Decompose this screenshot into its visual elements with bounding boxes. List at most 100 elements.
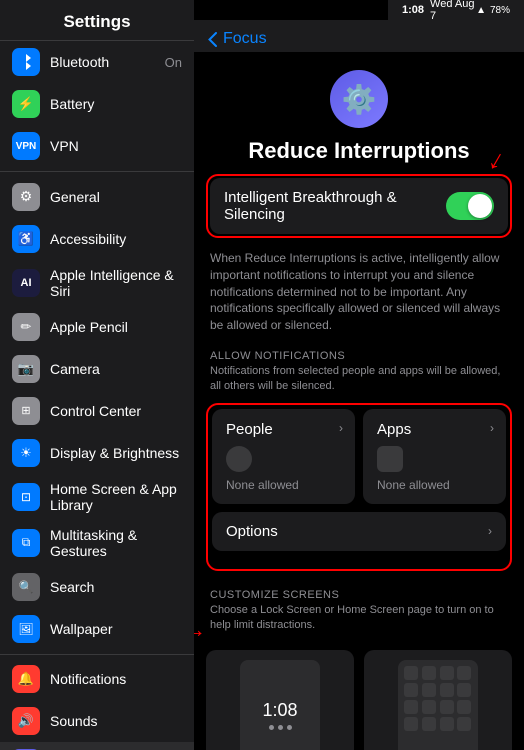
sidebar-icon-vpn: VPN bbox=[12, 132, 40, 160]
allow-notif-desc: Notifications from selected people and a… bbox=[206, 364, 512, 403]
home-icon-13 bbox=[422, 717, 436, 731]
intelligent-desc: When Reduce Interruptions is active, int… bbox=[206, 244, 512, 340]
back-label: Focus bbox=[223, 30, 267, 48]
sidebar-title: Settings bbox=[0, 0, 194, 41]
left-arrow-icon: → bbox=[194, 617, 206, 643]
options-chevron-icon: › bbox=[488, 524, 492, 538]
status-time: 1:08 bbox=[402, 4, 424, 16]
sidebar-icon-home-screen: ⊡ bbox=[12, 483, 40, 511]
apps-card[interactable]: Apps None allowed › bbox=[363, 409, 506, 504]
sidebar-item-notifications[interactable]: 🔔Notifications bbox=[0, 658, 194, 700]
sidebar-item-focus[interactable]: 🌙Focus bbox=[0, 742, 194, 750]
main-content: 1:08 Wed Aug 7 ▲ 78% Focus ⚙️ Reduce Int… bbox=[194, 0, 524, 750]
sidebar-label-control-center: Control Center bbox=[50, 403, 182, 419]
home-icon-14 bbox=[440, 717, 454, 731]
home-icon-8 bbox=[404, 700, 418, 714]
intelligent-label: Intelligent Breakthrough & Silencing bbox=[224, 189, 446, 223]
wifi-icon: ▲ bbox=[476, 5, 486, 16]
sidebar-icon-accessibility: ♿ bbox=[12, 225, 40, 253]
sidebar-label-accessibility: Accessibility bbox=[50, 231, 182, 247]
home-icon-9 bbox=[422, 700, 436, 714]
sidebar-item-general[interactable]: ⚙ General bbox=[0, 176, 194, 218]
dot3 bbox=[287, 725, 292, 730]
intelligent-toggle[interactable] bbox=[446, 192, 494, 220]
sidebar-item-bluetooth[interactable]: BluetoothOn bbox=[0, 41, 194, 83]
status-icons: ▲ 78% bbox=[476, 5, 510, 16]
focus-icon: ⚙️ bbox=[330, 70, 388, 128]
sidebar-item-search[interactable]: 🔍 Search bbox=[0, 566, 194, 608]
sidebar-item-sounds[interactable]: 🔊 Sounds bbox=[0, 700, 194, 742]
home-icon-12 bbox=[404, 717, 418, 731]
sidebar-icon-sounds: 🔊 bbox=[12, 707, 40, 735]
home-icon-11 bbox=[457, 700, 471, 714]
intelligent-card: Intelligent Breakthrough & Silencing bbox=[210, 178, 508, 234]
sidebar-item-wallpaper[interactable]: 🖼Wallpaper bbox=[0, 608, 194, 650]
customize-desc: Choose a Lock Screen or Home Screen page… bbox=[206, 603, 512, 642]
people-label: People bbox=[226, 421, 341, 438]
sidebar: Settings BluetoothOn⚡Battery VPN VPN ⚙ Gener… bbox=[0, 0, 194, 750]
sidebar-label-camera: Camera bbox=[50, 361, 182, 377]
focus-emoji: ⚙️ bbox=[342, 83, 377, 116]
sidebar-divider2 bbox=[0, 654, 194, 655]
home-icons-grid bbox=[398, 660, 478, 737]
sidebar-label-apple-pencil: Apple Pencil bbox=[50, 319, 182, 335]
sidebar-list: BluetoothOn⚡Battery VPN VPN ⚙ General ♿ Access… bbox=[0, 41, 194, 750]
lock-dots bbox=[269, 725, 292, 730]
sidebar-icon-apple-intelligence: AI bbox=[12, 269, 40, 297]
back-chevron-icon bbox=[208, 32, 217, 47]
sidebar-icon-search: 🔍 bbox=[12, 573, 40, 601]
toggle-knob bbox=[468, 194, 492, 218]
sidebar-label-search: Search bbox=[50, 579, 182, 595]
home-icon-7 bbox=[457, 683, 471, 697]
sidebar-item-home-screen[interactable]: ⊡ Home Screen & App Library bbox=[0, 474, 194, 520]
sidebar-label-display: Display & Brightness bbox=[50, 445, 182, 461]
apps-chevron-icon: › bbox=[490, 421, 494, 435]
back-button[interactable]: Focus bbox=[208, 30, 267, 48]
home-icon-4 bbox=[404, 683, 418, 697]
sidebar-item-vpn[interactable]: VPN VPN bbox=[0, 125, 194, 167]
lock-screen-preview: 1:08 bbox=[240, 660, 320, 750]
home-icon-6 bbox=[440, 683, 454, 697]
sidebar-label-apple-intelligence: Apple Intelligence & Siri bbox=[50, 267, 182, 299]
sidebar-value-bluetooth: On bbox=[165, 55, 182, 70]
home-icon-3 bbox=[457, 666, 471, 680]
people-card[interactable]: People None allowed › bbox=[212, 409, 355, 504]
sidebar-item-apple-intelligence[interactable]: AI Apple Intelligence & Siri bbox=[0, 260, 194, 306]
home-icon-10 bbox=[440, 700, 454, 714]
sidebar-icon-bluetooth bbox=[12, 48, 40, 76]
sidebar-item-accessibility[interactable]: ♿ Accessibility bbox=[0, 218, 194, 260]
status-date: Wed Aug 7 bbox=[430, 0, 476, 22]
sidebar-item-camera[interactable]: 📷Camera bbox=[0, 348, 194, 390]
sidebar-label-home-screen: Home Screen & App Library bbox=[50, 481, 182, 513]
intelligent-card-outline: Intelligent Breakthrough & Silencing bbox=[206, 174, 512, 238]
sidebar-label-vpn: VPN bbox=[50, 138, 182, 154]
home-icon-15 bbox=[457, 717, 471, 731]
apps-label: Apps bbox=[377, 421, 492, 438]
home-icon-1 bbox=[422, 666, 436, 680]
home-icon-0 bbox=[404, 666, 418, 680]
home-screen-card[interactable]: Choose bbox=[364, 650, 512, 750]
options-row[interactable]: Options › bbox=[212, 512, 506, 551]
customize-screens-section: CUSTOMIZE SCREENS Choose a Lock Screen o… bbox=[206, 579, 512, 750]
sidebar-item-multitasking[interactable]: ⧉ Multitasking & Gestures bbox=[0, 520, 194, 566]
allow-notif-header: ALLOW NOTIFICATIONS bbox=[206, 340, 512, 364]
lock-screen-card[interactable]: 1:08 Choose bbox=[206, 650, 354, 750]
sidebar-item-apple-pencil[interactable]: ✏Apple Pencil bbox=[0, 306, 194, 348]
apps-sub: None allowed bbox=[377, 478, 492, 492]
page-title: Reduce Interruptions bbox=[248, 138, 469, 164]
sidebar-item-control-center[interactable]: ⊞Control Center bbox=[0, 390, 194, 432]
sidebar-label-sounds: Sounds bbox=[50, 713, 182, 729]
status-bar: 1:08 Wed Aug 7 ▲ 78% bbox=[388, 0, 524, 20]
sidebar-icon-battery: ⚡ bbox=[12, 90, 40, 118]
sidebar-icon-multitasking: ⧉ bbox=[12, 529, 40, 557]
sidebar-icon-notifications: 🔔 bbox=[12, 665, 40, 693]
sidebar-icon-general: ⚙ bbox=[12, 183, 40, 211]
people-sub: None allowed bbox=[226, 478, 341, 492]
sidebar-label-general: General bbox=[50, 189, 182, 205]
intelligent-toggle-row[interactable]: Intelligent Breakthrough & Silencing bbox=[210, 178, 508, 234]
sidebar-label-multitasking: Multitasking & Gestures bbox=[50, 527, 182, 559]
options-label: Options bbox=[226, 523, 488, 540]
sidebar-divider1 bbox=[0, 171, 194, 172]
sidebar-item-display[interactable]: ☀Display & Brightness bbox=[0, 432, 194, 474]
sidebar-item-battery[interactable]: ⚡Battery bbox=[0, 83, 194, 125]
